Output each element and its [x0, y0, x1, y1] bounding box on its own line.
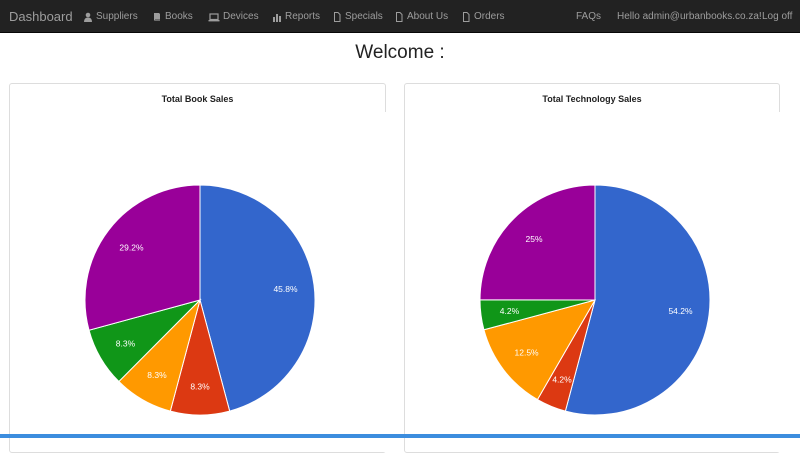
book-sales-slice-label-4: 29.2% — [119, 243, 144, 253]
scrollbar-thumb[interactable] — [0, 434, 800, 438]
book-sales-slice-label-2: 8.3% — [147, 370, 167, 380]
book-sales-slice-label-1: 8.3% — [190, 381, 210, 391]
tech-sales-slice-label-4: 25% — [526, 234, 543, 244]
book-sales-pie: 45.8% 8.3% 8.3% 8.3% 29.2% — [84, 184, 316, 416]
pie-charts-canvas: 45.8% 8.3% 8.3% 8.3% 29.2% 54.2% 4.2% 12.5% 4.2… — [84, 184, 711, 416]
tech-sales-slice-label-2: 12.5% — [515, 347, 540, 357]
tech-sales-slice-label-1: 4.2% — [552, 375, 572, 385]
horizontal-scrollbar[interactable] — [0, 434, 800, 438]
tech-sales-slice-label-3: 4.2% — [500, 306, 520, 316]
book-sales-slice-label-3: 8.3% — [116, 338, 136, 348]
book-sales-slice-label-0: 45.8% — [273, 284, 298, 294]
tech-sales-slice-label-0: 54.2% — [668, 306, 693, 316]
tech-sales-pie: 54.2% 4.2% 12.5% 4.2% 25% — [479, 184, 711, 416]
